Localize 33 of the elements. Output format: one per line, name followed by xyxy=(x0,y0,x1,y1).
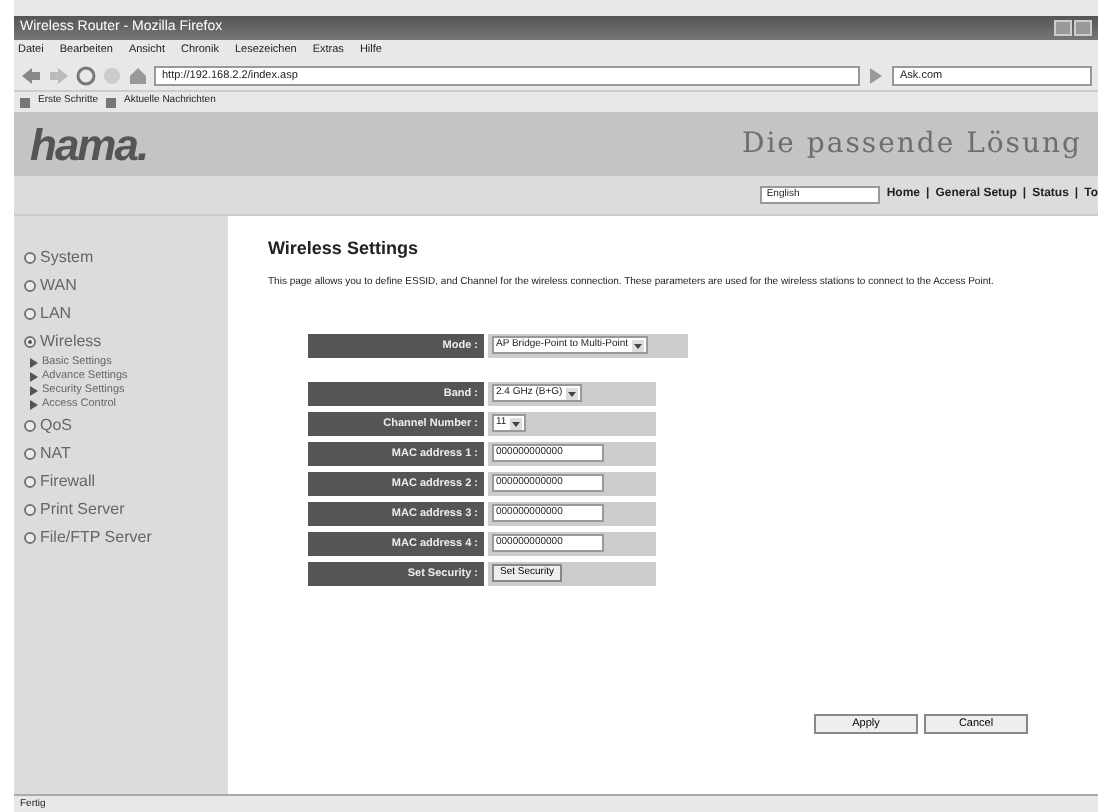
back-icon[interactable] xyxy=(20,65,42,85)
sidebar-item[interactable]: WAN xyxy=(24,272,218,300)
sidebar-item[interactable]: QoS xyxy=(24,412,218,440)
forward-icon[interactable] xyxy=(48,65,70,85)
sidebar-label: NAT xyxy=(40,442,71,466)
reload-icon[interactable] xyxy=(76,65,96,85)
bookmark-icon xyxy=(104,95,119,109)
sidebar-item[interactable]: Wireless xyxy=(24,328,218,356)
dropdown-arrow-icon xyxy=(510,417,523,429)
sidebar-item[interactable]: Print Server xyxy=(24,496,218,524)
page-title: Wireless Settings xyxy=(268,236,420,262)
sidebar-item[interactable]: Firewall xyxy=(24,468,218,496)
sidebar-label: LAN xyxy=(40,302,72,326)
maximize-button[interactable] xyxy=(1074,20,1092,36)
sidebar-item[interactable]: LAN xyxy=(24,300,218,328)
sidebar-item[interactable]: System xyxy=(24,244,218,272)
go-icon[interactable] xyxy=(866,65,886,85)
slogan: Die passende Lösung xyxy=(741,125,1082,163)
sidebar-label: Print Server xyxy=(40,498,125,522)
dropdown-arrow-icon xyxy=(632,339,645,351)
sidebar-label: Wireless xyxy=(40,330,102,354)
logo: hama. xyxy=(30,117,148,173)
sidebar-label: QoS xyxy=(40,414,73,438)
minimize-button[interactable] xyxy=(1054,20,1072,36)
bookmark-icon xyxy=(18,95,32,109)
sidebar-label: File/FTP Server xyxy=(40,526,152,550)
sidebar-label: WAN xyxy=(40,274,77,298)
sidebar-item[interactable]: NAT xyxy=(24,440,218,468)
sidebar-label: System xyxy=(40,246,94,270)
sidebar-item[interactable]: File/FTP Server xyxy=(24,524,218,552)
sidebar-label: Firewall xyxy=(40,470,96,494)
home-icon[interactable] xyxy=(128,65,148,85)
dropdown-arrow-icon xyxy=(566,387,579,399)
